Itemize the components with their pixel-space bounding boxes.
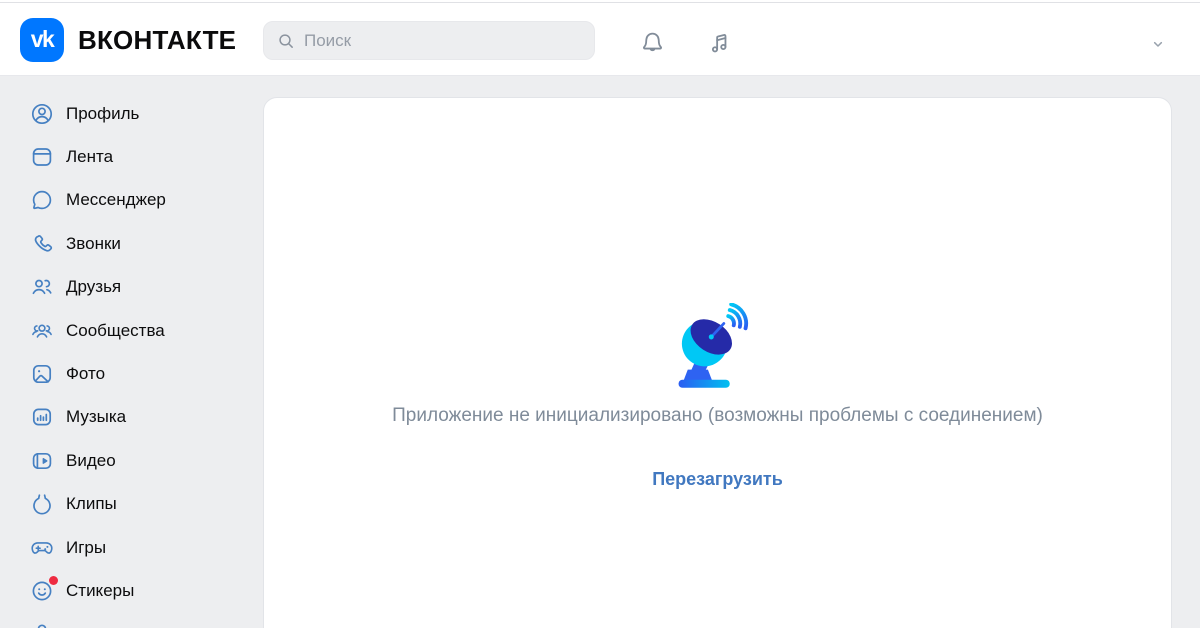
music-note-icon (711, 33, 726, 52)
header-menu-chevron[interactable] (1143, 29, 1173, 59)
search-box[interactable] (263, 21, 595, 60)
sidebar-item-communities[interactable]: Сообщества (0, 309, 263, 352)
sidebar-item-friends[interactable]: Друзья (0, 266, 263, 309)
chevron-down-icon (1153, 41, 1163, 47)
sidebar-item-label: Игры (66, 537, 107, 557)
sidebar-item-label: Клипы (66, 494, 117, 514)
sidebar-item-profile[interactable]: Профиль (0, 92, 263, 135)
left-sidebar: Профиль Лента Мессенджер Звонки Друзья С… (0, 92, 263, 628)
feed-icon (30, 145, 54, 169)
sidebar-item-stickers[interactable]: Стикеры (0, 569, 263, 612)
search-icon (279, 33, 293, 48)
sidebar-item-label: Сообщества (66, 320, 165, 340)
vk-wordmark: ВКОНТАКТЕ (78, 24, 237, 55)
sidebar-item-clips[interactable]: Клипы (0, 483, 263, 526)
search-input[interactable] (304, 30, 582, 51)
sidebar-item-label: Видео (66, 450, 116, 470)
sidebar-item-photo[interactable]: Фото (0, 352, 263, 395)
sidebar-item-label: Звонки (66, 233, 121, 253)
vk-logo-glyph: vk (30, 25, 55, 52)
bell-icon (642, 32, 662, 51)
sidebar-item-messenger[interactable]: Мессенджер (0, 179, 263, 222)
error-message: Приложение не инициализировано (возможны… (392, 405, 1043, 426)
sidebar-item-calls[interactable]: Звонки (0, 222, 263, 265)
music-icon (30, 405, 54, 429)
vk-logo-icon: vk (20, 18, 64, 62)
sidebar-item-bag[interactable] (0, 613, 263, 628)
video-icon (30, 449, 54, 473)
sidebar-item-label: Профиль (66, 103, 140, 123)
sidebar-item-games[interactable]: Игры (0, 526, 263, 569)
photo-icon (30, 362, 54, 386)
satellite-dish-illustration (678, 303, 748, 388)
notification-badge (49, 575, 58, 585)
clips-icon (30, 492, 54, 516)
messenger-icon (30, 188, 54, 212)
music-button[interactable] (704, 27, 734, 57)
sidebar-item-label: Друзья (66, 277, 122, 297)
sidebar-item-label: Мессенджер (66, 190, 166, 210)
top-header: vk ВКОНТАКТЕ (0, 0, 1200, 76)
reload-link[interactable]: Перезагрузить (652, 469, 783, 490)
communities-icon (30, 319, 54, 343)
sidebar-item-label: Музыка (66, 407, 127, 427)
vk-logo-link[interactable]: vk ВКОНТАКТЕ (20, 18, 236, 62)
sidebar-item-label: Лента (66, 147, 114, 167)
notifications-button[interactable] (637, 27, 667, 57)
bag-icon (30, 622, 54, 628)
sidebar-item-video[interactable]: Видео (0, 439, 263, 482)
window-top-border (0, 2, 1200, 3)
sidebar-item-feed[interactable]: Лента (0, 135, 263, 178)
friends-icon (30, 275, 54, 299)
sidebar-item-label: Фото (66, 364, 106, 384)
calls-icon (30, 232, 54, 256)
profile-icon (30, 102, 54, 126)
sidebar-item-label: Стикеры (66, 580, 135, 600)
games-icon (30, 536, 54, 560)
content-card: Приложение не инициализировано (возможны… (263, 97, 1172, 628)
sidebar-item-music[interactable]: Музыка (0, 396, 263, 439)
